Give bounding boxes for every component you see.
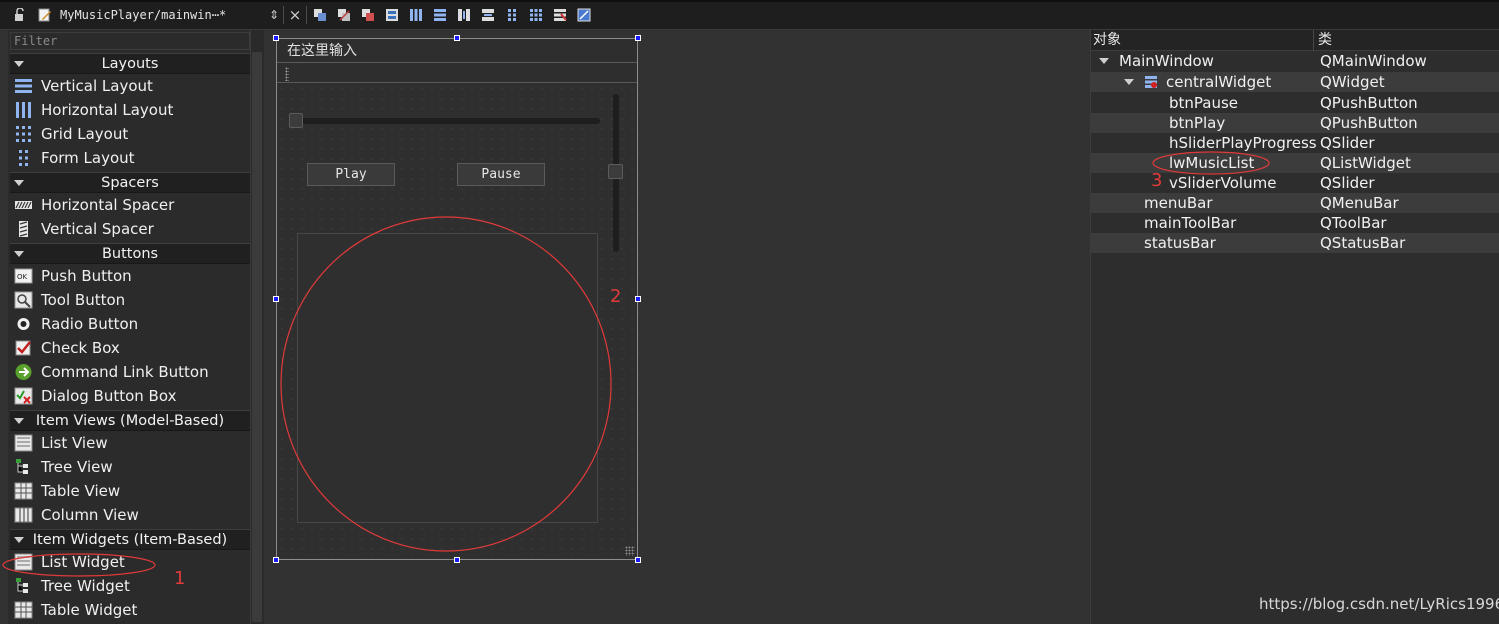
- list-widget-highlight-ellipse: [2, 553, 156, 577]
- lwmusiclist-highlight-ellipse: [1152, 151, 1270, 175]
- list-area-highlight-circle: [280, 216, 612, 552]
- watermark-url: https://blog.csdn.net/LyRics1996: [1259, 595, 1499, 613]
- annotation-number-1: 1: [174, 568, 186, 589]
- annotation-number-3: 3: [1151, 170, 1163, 191]
- annotation-overlay: [2, 151, 1270, 577]
- annotation-number-2: 2: [610, 286, 622, 307]
